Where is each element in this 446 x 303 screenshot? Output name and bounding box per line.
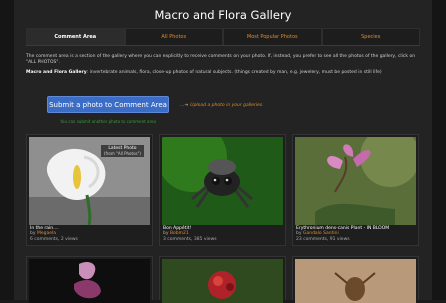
by-label: by xyxy=(296,231,302,237)
latest-photo-badge: Latest Photo (from "All Photos") xyxy=(100,145,144,157)
photo-thumbnail[interactable] xyxy=(295,259,416,303)
tab-bar: Comment Area All Photos Most Popular Pho… xyxy=(26,28,420,46)
photo-stats: 23 comments, 91 views xyxy=(296,236,350,242)
left-margin xyxy=(0,0,14,300)
orchid-image xyxy=(29,259,150,303)
page-title: Macro and Flora Gallery xyxy=(154,8,292,22)
gallery-scope: : invertebrate animals, flora, close-up … xyxy=(86,70,382,75)
gallery-frame: Macro and Flora Gallery Comment Area All… xyxy=(14,0,432,303)
gallery-description: Macro and Flora Gallery: invertebrate an… xyxy=(26,70,422,76)
photo-thumbnail[interactable] xyxy=(295,137,416,225)
red-flower-image xyxy=(162,259,283,303)
comment-area-description: The comment area is a section of the gal… xyxy=(26,54,416,65)
jumping-spider-image xyxy=(162,137,283,225)
photo-thumbnail[interactable] xyxy=(162,259,283,303)
page: Macro and Flora Gallery Comment Area All… xyxy=(0,0,446,303)
photo-thumbnail[interactable] xyxy=(29,259,150,303)
gallery-name: Macro and Flora Gallery xyxy=(26,70,87,75)
photo-card[interactable]: Erythronium dens-canis Plant - IN BLOOM … xyxy=(292,134,419,246)
erythronium-flower-image xyxy=(295,137,416,225)
right-margin xyxy=(432,0,446,300)
badge-subtitle: (from "All Photos") xyxy=(103,151,141,156)
photo-card[interactable]: Bon Appétit! by Bobm21 3 comments, 385 v… xyxy=(159,134,286,246)
photo-caption: Bon Appétit! by Bobm21 3 comments, 385 v… xyxy=(163,226,283,242)
arrow-icon: …➔ xyxy=(180,103,189,108)
tab-comment-area[interactable]: Comment Area xyxy=(26,28,125,45)
photo-caption: In the rain.... by Megaela 6 comments, 2… xyxy=(30,226,150,242)
insect-image xyxy=(295,259,416,303)
photo-stats: 6 comments, 2 views xyxy=(30,236,78,242)
author-link[interactable]: Bobm21 xyxy=(170,231,189,236)
tab-most-popular[interactable]: Most Popular Photos xyxy=(223,28,322,45)
by-label: by xyxy=(163,231,169,237)
upload-photo-label: Upload a photo in your galleries. xyxy=(190,103,264,108)
author-link[interactable]: Megaela xyxy=(37,231,56,236)
author-link[interactable]: Gandalo Santini xyxy=(303,231,339,236)
photo-card[interactable] xyxy=(26,256,153,303)
upload-photo-link[interactable]: …➔ Upload a photo in your galleries. xyxy=(180,103,264,108)
photo-thumbnail[interactable] xyxy=(162,137,283,225)
photo-caption: Erythronium dens-canis Plant - IN BLOOM … xyxy=(296,226,416,242)
by-label: by xyxy=(30,231,36,237)
photo-card[interactable]: Latest Photo (from "All Photos") In the r… xyxy=(26,134,153,246)
photo-stats: 3 comments, 385 views xyxy=(163,236,217,242)
tab-species[interactable]: Species xyxy=(321,28,420,45)
submit-hint: You can submit another photo to comment … xyxy=(60,119,156,124)
photo-card[interactable] xyxy=(292,256,419,303)
submit-photo-button[interactable]: Submit a photo to Comment Area xyxy=(47,96,169,113)
photo-card[interactable] xyxy=(159,256,286,303)
photo-thumbnail[interactable]: Latest Photo (from "All Photos") xyxy=(29,137,150,225)
tab-all-photos[interactable]: All Photos xyxy=(124,28,223,45)
